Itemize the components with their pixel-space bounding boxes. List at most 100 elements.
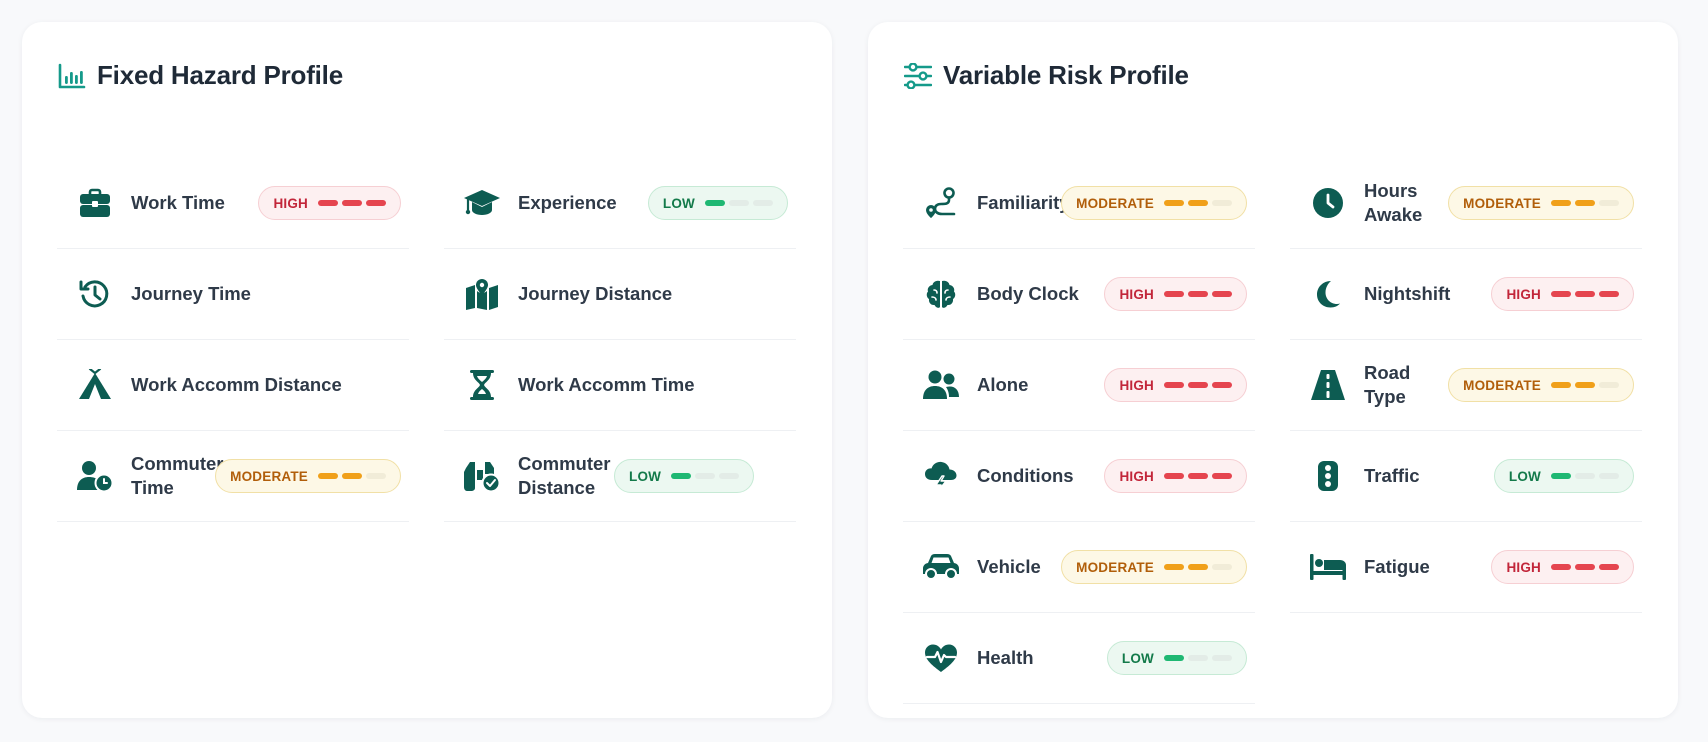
- graduation-cap-icon: [463, 184, 501, 222]
- factor-label: Vehicle: [977, 556, 1041, 577]
- factor-nightshift[interactable]: Nightshift HIGH: [1290, 249, 1642, 340]
- factor-body-clock[interactable]: Body Clock HIGH: [903, 249, 1255, 340]
- factor-work-accomm-time[interactable]: Work Accomm Time: [444, 340, 796, 431]
- factor-journey-distance[interactable]: Journey Distance: [444, 249, 796, 340]
- variable-risk-title: Variable Risk Profile: [943, 60, 1189, 90]
- risk-level: HIGH: [273, 195, 308, 211]
- risk-badge-moderate: MODERATE: [1448, 368, 1634, 402]
- risk-level: MODERATE: [1463, 195, 1541, 211]
- factor-label: Experience: [518, 192, 617, 213]
- sliders-icon: [903, 61, 933, 91]
- risk-level: LOW: [1121, 650, 1154, 666]
- risk-badge-high: HIGH: [1491, 277, 1634, 311]
- factor-experience[interactable]: Experience LOW: [444, 158, 796, 249]
- factor-label: Commuter Distance: [518, 453, 611, 498]
- variable-risk-grid: Familiarity MODERATE Hours Awake MODERAT…: [903, 158, 1642, 704]
- factor-label: Work Time: [131, 192, 225, 213]
- factor-journey-time[interactable]: Journey Time: [57, 249, 409, 340]
- risk-meter: [1164, 291, 1232, 297]
- risk-badge-low: LOW: [1493, 459, 1634, 493]
- factor-traffic[interactable]: Traffic LOW: [1290, 431, 1642, 522]
- fixed-hazard-card: Fixed Hazard Profile Work Time HIGH Expe…: [22, 22, 832, 718]
- hourglass-icon: [463, 366, 501, 404]
- factor-road-type[interactable]: Road Type MODERATE: [1290, 340, 1642, 431]
- clock-icon: [1309, 184, 1347, 222]
- user-clock-icon: [76, 457, 114, 495]
- variable-risk-card: Variable Risk Profile Familiarity MODERA…: [868, 22, 1678, 718]
- risk-level: LOW: [662, 195, 695, 211]
- factor-alone[interactable]: Alone HIGH: [903, 340, 1255, 431]
- risk-meter: [1551, 291, 1619, 297]
- users-icon: [922, 366, 960, 404]
- risk-meter: [671, 473, 740, 479]
- risk-meter: [1164, 655, 1232, 661]
- risk-badge-moderate: MODERATE: [1448, 186, 1634, 220]
- risk-badge-high: HIGH: [1104, 459, 1247, 493]
- tent-icon: [76, 366, 114, 404]
- risk-badge-high: HIGH: [1104, 368, 1247, 402]
- risk-badge-low: LOW: [614, 459, 755, 493]
- risk-level: HIGH: [1119, 377, 1154, 393]
- risk-meter: [1164, 564, 1232, 570]
- factor-label: Fatigue: [1364, 556, 1430, 577]
- risk-meter: [705, 200, 773, 206]
- binoculars-check-icon: [463, 457, 501, 495]
- factor-work-accomm-distance[interactable]: Work Accomm Distance: [57, 340, 409, 431]
- risk-badge-moderate: MODERATE: [1061, 186, 1247, 220]
- factor-conditions[interactable]: Conditions HIGH: [903, 431, 1255, 522]
- factor-label: Alone: [977, 374, 1029, 395]
- risk-level: MODERATE: [230, 468, 308, 484]
- briefcase-icon: [76, 184, 114, 222]
- risk-level: LOW: [629, 468, 662, 484]
- route-icon: [922, 184, 960, 222]
- risk-meter: [1551, 200, 1619, 206]
- factor-label: Work Accomm Distance: [131, 374, 342, 395]
- history-icon: [76, 275, 114, 313]
- factor-fatigue[interactable]: Fatigue HIGH: [1290, 522, 1642, 613]
- factor-label: Road Type: [1364, 362, 1411, 407]
- risk-level: HIGH: [1506, 559, 1541, 575]
- factor-label: Conditions: [977, 465, 1074, 486]
- risk-level: HIGH: [1119, 286, 1154, 302]
- risk-badge-low: LOW: [1106, 641, 1247, 675]
- fixed-hazard-title: Fixed Hazard Profile: [97, 60, 343, 90]
- factor-familiarity[interactable]: Familiarity MODERATE: [903, 158, 1255, 249]
- risk-badge-high: HIGH: [258, 186, 401, 220]
- risk-meter: [1551, 382, 1619, 388]
- factor-label: Nightshift: [1364, 283, 1451, 304]
- road-icon: [1309, 366, 1347, 404]
- factor-label: Journey Distance: [518, 283, 673, 304]
- factor-work-time[interactable]: Work Time HIGH: [57, 158, 409, 249]
- factor-label: Body Clock: [977, 283, 1079, 304]
- factor-label: Work Accomm Time: [518, 374, 695, 395]
- risk-meter: [1164, 200, 1232, 206]
- factor-hours-awake[interactable]: Hours Awake MODERATE: [1290, 158, 1642, 249]
- factor-label: Commuter Time: [131, 453, 224, 498]
- fixed-hazard-grid: Work Time HIGH Experience LOW Journey Ti…: [57, 158, 796, 522]
- bar-chart-icon: [57, 61, 87, 91]
- factor-vehicle[interactable]: Vehicle MODERATE: [903, 522, 1255, 613]
- risk-level: MODERATE: [1076, 559, 1154, 575]
- risk-meter: [318, 200, 386, 206]
- heart-pulse-icon: [922, 639, 960, 677]
- car-icon: [922, 548, 960, 586]
- factor-label: Journey Time: [131, 283, 251, 304]
- storm-cloud-icon: [922, 457, 960, 495]
- risk-level: MODERATE: [1076, 195, 1154, 211]
- risk-meter: [1551, 564, 1619, 570]
- risk-badge-moderate: MODERATE: [1061, 550, 1247, 584]
- factor-label: Hours Awake: [1364, 180, 1423, 225]
- risk-meter: [1164, 473, 1232, 479]
- risk-badge-moderate: MODERATE: [215, 459, 401, 493]
- factor-commuter-distance[interactable]: Commuter Distance LOW: [444, 431, 796, 522]
- moon-icon: [1309, 275, 1347, 313]
- risk-level: HIGH: [1119, 468, 1154, 484]
- factor-health[interactable]: Health LOW: [903, 613, 1255, 704]
- risk-meter: [1551, 473, 1619, 479]
- factor-commuter-time[interactable]: Commuter Time MODERATE: [57, 431, 409, 522]
- risk-meter: [1164, 382, 1232, 388]
- factor-label: Traffic: [1364, 465, 1420, 486]
- brain-icon: [922, 275, 960, 313]
- bed-icon: [1309, 548, 1347, 586]
- factor-label: Health: [977, 647, 1034, 668]
